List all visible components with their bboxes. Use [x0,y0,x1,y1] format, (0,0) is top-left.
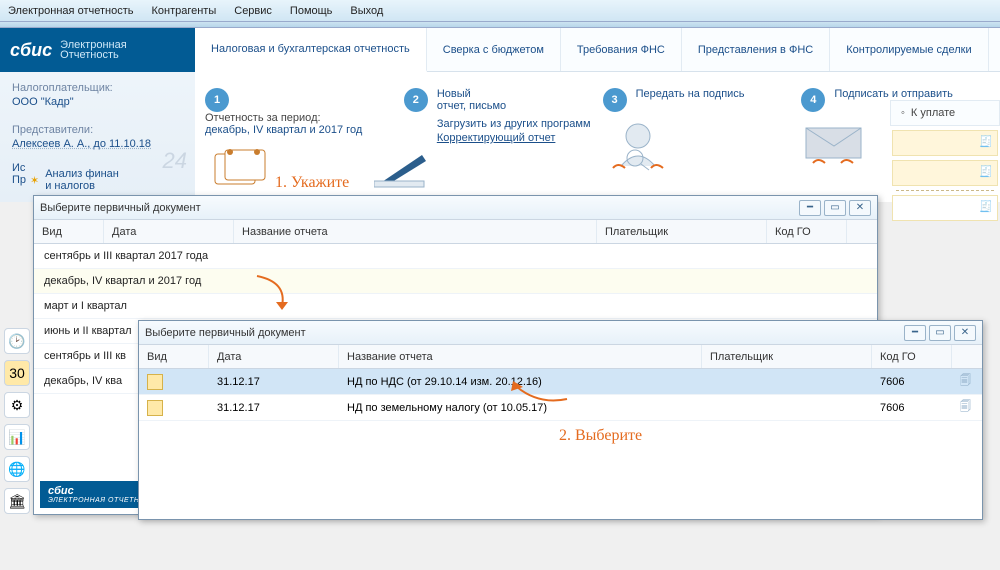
slot-icon: 🧾 [979,135,993,148]
close-button[interactable]: ✕ [849,200,871,216]
side-icon[interactable]: 🌐 [4,456,30,482]
tab[interactable]: Сверка с бюджетом [427,28,561,71]
right-slot[interactable]: 🧾 [892,130,998,156]
side-icon[interactable]: ⚙ [4,392,30,418]
dialog-title: Выберите первичный документ [145,327,901,339]
logo: сбис ЭлектроннаяОтчетность [0,28,195,72]
menu-bar: Электронная отчетность Контрагенты Серви… [0,0,1000,22]
step-badge: 2 [404,88,428,112]
step-badge: 4 [801,88,825,112]
analysis-link[interactable]: ✶ Анализ финан и налогов [30,168,122,192]
select-document-dialog-2: Выберите первичный документ ━ ▭ ✕ Вид Да… [138,320,983,520]
col-name[interactable]: Название отчета [234,220,597,243]
side-icon-strip: 🕑 30 ⚙ 📊 🌐 🏛 [4,328,30,514]
slot-icon: 🧾 [979,200,993,213]
menu-item[interactable]: Сервис [234,5,272,17]
tab-strip: Налоговая и бухгалтерская отчетность Све… [195,28,1000,72]
tab[interactable]: Требования ФНС [561,28,682,71]
hand-annotation-2: 2. Выберите [559,427,642,445]
step4-link[interactable]: Подписать и отправить [834,88,953,100]
menu-item[interactable]: Помощь [290,5,333,17]
period-row[interactable]: декабрь, IV квартал и 2017 год [34,269,877,294]
sidebar: сбис ЭлектроннаяОтчетность Налогоплатель… [0,28,195,202]
col-payer[interactable]: Плательщик [597,220,767,243]
col-date[interactable]: Дата [209,345,339,368]
step-title: Отчетность за период: [205,112,321,124]
reps-label: Представители: [0,114,195,138]
titlebar[interactable]: Выберите первичный документ ━ ▭ ✕ [34,196,877,220]
wizard: 1 Отчетность за период: декабрь, IV квар… [195,72,1000,202]
tab[interactable]: Налоговая и бухгалтерская отчетность [195,28,427,72]
payer-label: Налогоплательщик: [0,72,195,96]
side-icon[interactable]: 🏛 [4,488,30,514]
analysis-label: Анализ финан и налогов [45,168,122,192]
step-1: 1 Отчетность за период: декабрь, IV квар… [205,88,394,192]
grid-header: Вид Дата Название отчета Плательщик Код … [34,220,877,244]
step-3: 3 Передать на подпись [603,88,792,192]
side-icon[interactable]: 30 [4,360,30,386]
col-payer[interactable]: Плательщик [702,345,872,368]
col-code[interactable]: Код ГО [872,345,952,368]
right-column: ◦ К уплате 🧾 🧾 🧾 [890,100,1000,225]
doc-icon [147,400,163,416]
right-slot[interactable]: 🧾 [892,195,998,221]
close-button[interactable]: ✕ [954,325,976,341]
grid-header: Вид Дата Название отчета Плательщик Код … [139,345,982,369]
side-icon[interactable]: 🕑 [4,328,30,354]
content: Налоговая и бухгалтерская отчетность Све… [195,28,1000,202]
minimize-button[interactable]: ━ [904,325,926,341]
cell-code: 7606 [872,376,952,388]
payer-value[interactable]: ООО "Кадр" [0,96,195,114]
person-icon [603,118,792,168]
maximize-button[interactable]: ▭ [824,200,846,216]
cell-date: 31.12.17 [209,376,339,388]
logo-subtitle: ЭлектроннаяОтчетность [60,40,127,60]
modal-logo: сбисЭЛЕКТРОННАЯ ОТЧЕТН [40,481,147,508]
step2-load[interactable]: Загрузить из других программ [437,118,591,130]
tab[interactable]: Представления в ФНС [682,28,830,71]
col-code[interactable]: Код ГО [767,220,847,243]
row-action-icon[interactable]: 🗐 [952,398,982,417]
step2-new[interactable]: Новыйотчет, письмо [437,88,591,112]
watermark-number: 24 [163,148,187,174]
tab[interactable]: Контролируемые сделки [830,28,988,71]
cell-code: 7606 [872,402,952,414]
right-tab[interactable]: ◦ К уплате [890,100,1000,126]
menu-item[interactable]: Электронная отчетность [8,5,133,17]
col-kind[interactable]: Вид [139,345,209,368]
col-date[interactable]: Дата [104,220,234,243]
right-slot[interactable]: 🧾 [892,160,998,186]
minimize-button[interactable]: ━ [799,200,821,216]
arrow-icon [252,274,302,314]
col-gap [952,345,982,368]
divider [896,190,994,191]
menu-item[interactable]: Контрагенты [151,5,216,17]
slot-icon: 🧾 [979,165,993,178]
dialog-title: Выберите первичный документ [40,202,796,214]
step2-correcting[interactable]: Корректирующий отчет [437,132,591,144]
arrow-icon [509,377,569,407]
doc-icon [147,374,163,390]
menu-item[interactable]: Выход [350,5,383,17]
step-badge: 3 [603,88,627,112]
hand-annotation-1: 1. Укажите [275,174,349,192]
analysis-icon: ✶ [30,174,39,187]
col-kind[interactable]: Вид [34,220,104,243]
period-row[interactable]: сентябрь и III квартал 2017 года [34,244,877,269]
period-row[interactable]: март и I квартал [34,294,877,319]
col-name[interactable]: Название отчета [339,345,702,368]
row-action-icon[interactable]: 🗐 [952,372,982,391]
titlebar[interactable]: Выберите первичный документ ━ ▭ ✕ [139,321,982,345]
period-link[interactable]: декабрь, IV квартал и 2017 год [205,124,362,136]
logo-word: сбис [10,40,52,61]
maximize-button[interactable]: ▭ [929,325,951,341]
step-2: 2 Новыйотчет, письмо Загрузить из других… [404,88,593,192]
cell-date: 31.12.17 [209,402,339,414]
col-gap [847,220,877,243]
step-badge: 1 [205,88,229,112]
step3-link[interactable]: Передать на подпись [636,88,745,100]
side-icon[interactable]: 📊 [4,424,30,450]
pen-icon [374,144,434,194]
